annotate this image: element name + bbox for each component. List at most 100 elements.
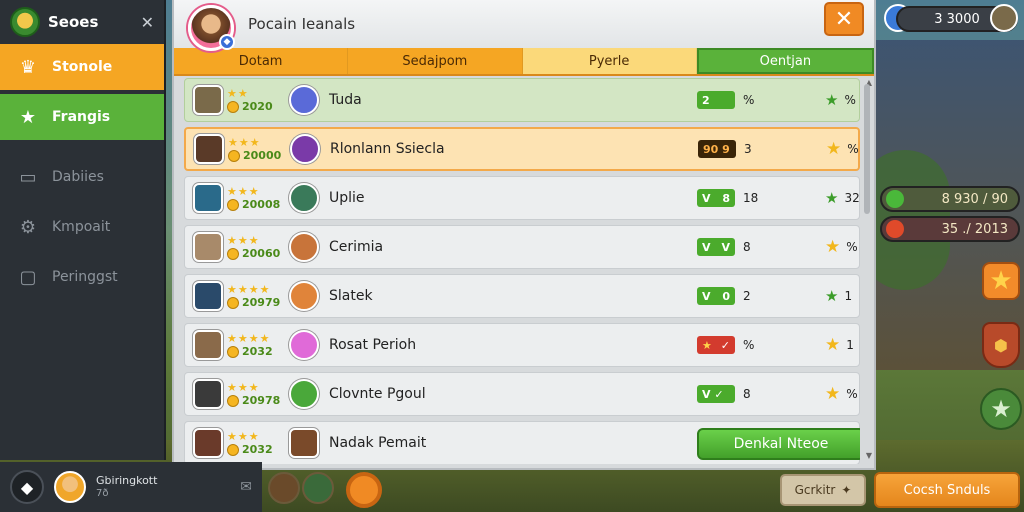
player-name: Rosat Perioh [329, 337, 417, 353]
coin-icon [227, 345, 239, 358]
hud-avatar-right[interactable] [990, 4, 1018, 32]
panel-title: Pocain Ieanals [248, 15, 356, 33]
tab-oentjan[interactable]: Oentjan [696, 48, 874, 74]
gold-star-icon: ★ [825, 335, 841, 355]
sidebar-item-stonole[interactable]: ♛ Stonole [0, 44, 164, 90]
coin-icon [227, 198, 239, 211]
score-value: 20000 [243, 148, 282, 162]
sidebar-item-label: Peringgst [52, 269, 118, 285]
player-name: Cerimia [329, 239, 384, 255]
favorite-star-button[interactable]: ★ [980, 388, 1022, 430]
green-star-icon: ★ [825, 287, 839, 305]
list-item[interactable]: ★★★★ 20979 Slatek V 0 2 ★ 1 [184, 274, 860, 318]
list-item[interactable]: ★★★ 20008 Uplie V 8 18 ★ 32 [184, 176, 860, 220]
chest-icon [289, 428, 319, 458]
shield-icon[interactable]: ⬢ [982, 322, 1020, 368]
coin-icon [227, 100, 239, 113]
stat-value: % [846, 387, 858, 401]
sidebar-item-dabiies[interactable]: ▭ Dabiies [0, 154, 164, 200]
scrollbar[interactable] [864, 84, 870, 214]
score-value: 20978 [242, 393, 281, 407]
pet-avatar [289, 183, 319, 213]
stat-value: % [844, 93, 856, 107]
stat-value: 3 [744, 142, 752, 156]
stat-value: % [743, 93, 755, 107]
stat-value: % [846, 240, 858, 254]
level-badge: V 0 [697, 287, 735, 305]
gear-icon: ⚙ [19, 216, 37, 238]
stat-value: 8 [743, 240, 751, 254]
leaderboard-panel: ◆ Pocain Ieanals ✕ Dotam Sedajpom Pyerle… [172, 0, 876, 470]
sidebar-item-peringgst[interactable]: ▢ Peringgst [0, 254, 164, 300]
sidebar-item-label: Kmpoait [52, 219, 111, 235]
sidebar-item-frangis[interactable]: ★ Frangis [0, 94, 164, 140]
player-name: Gbiringkott [96, 474, 158, 487]
resource-counter-2: 35 ./ 2013 [880, 216, 1020, 242]
level-badge: 90 9 [698, 140, 736, 158]
rating-stars-icon: ★★★★ [227, 282, 271, 296]
rating-stars-icon: ★★★ [227, 233, 260, 247]
score-value: 2032 [242, 344, 273, 358]
ring-button[interactable] [346, 472, 382, 508]
chat-icon[interactable]: ✉ [240, 479, 252, 495]
list-item[interactable]: ★★★ 20978 Clovnte Pgoul V ✓ 8 ★ % [184, 372, 860, 416]
character-avatar [193, 428, 223, 458]
star-icon: ★ [19, 106, 37, 128]
stat-value: 1 [844, 289, 853, 303]
level-badge: ★ ✓ [697, 336, 735, 354]
character-avatar [193, 330, 223, 360]
coin-icon [228, 149, 240, 162]
level-badge: V ✓ [697, 385, 735, 403]
tab-sedajpom[interactable]: Sedajpom [348, 48, 523, 74]
pet-avatar [289, 85, 319, 115]
action-button[interactable]: Denkal Nteoe [697, 428, 860, 460]
sidebar-close-icon[interactable]: ✕ [141, 13, 154, 32]
primary-button[interactable]: Cocsh Snduls [874, 472, 1020, 508]
note-icon: ▢ [19, 266, 37, 288]
list-item[interactable]: ★★★ 2032 Nadak Pemait Denkal Nteoe [184, 421, 860, 464]
list-item[interactable]: ★★★★ 2032 Rosat Perioh ★ ✓ % ★ 1 [184, 323, 860, 367]
tab-dotam[interactable]: Dotam [174, 48, 349, 74]
bottom-player-bar: ◆ Gbiringkott 7ð ✉ [0, 462, 262, 512]
sidebar: Seoes ✕ ♛ Stonole ★ Frangis ▭ Dabiies ⚙ … [0, 0, 166, 460]
green-star-icon: ★ [825, 91, 839, 109]
list-item[interactable]: ★★★ 20060 Cerimia V V 8 ★ % [184, 225, 860, 269]
player-avatar[interactable]: ◆ [188, 5, 235, 51]
tab-pyerle[interactable]: Pyerle [522, 48, 697, 74]
sidebar-title: Seoes [48, 13, 99, 31]
coin-icon [227, 296, 239, 309]
leaderboard-list[interactable]: ★★ 2020 Tuda 2 % ★ % ★★★ 20000 Rlonlann … [184, 78, 860, 464]
pet-avatar [289, 281, 319, 311]
green-star-icon: ★ [825, 189, 839, 207]
diamond-icon[interactable]: ◆ [10, 470, 44, 504]
panel-header: ◆ Pocain Ieanals ✕ [174, 0, 874, 51]
character-avatar [194, 134, 224, 164]
pet-avatar [289, 379, 319, 409]
chevron-icon: ✦ [841, 483, 852, 497]
coin-icon [227, 443, 239, 456]
stat-value: 8 [743, 387, 751, 401]
character-avatar [193, 232, 223, 262]
heart-icon [886, 220, 904, 238]
player-name: Slatek [329, 288, 373, 304]
rating-stars-icon: ★★★★ [227, 331, 271, 345]
friend-avatar[interactable] [302, 472, 334, 504]
scroll-down-icon[interactable]: ▼ [866, 451, 872, 460]
list-item[interactable]: ★★ 2020 Tuda 2 % ★ % [184, 78, 860, 122]
player-name: Tuda [329, 92, 362, 108]
star-button[interactable]: ★ [982, 262, 1020, 300]
player-avatar-small[interactable] [54, 471, 86, 503]
friend-avatar[interactable] [268, 472, 300, 504]
rating-stars-icon: ★★★ [227, 380, 260, 394]
sidebar-item-kmpoait[interactable]: ⚙ Kmpoait [0, 204, 164, 250]
sidebar-item-label: Stonole [52, 59, 113, 75]
bucket-icon: ▭ [19, 166, 37, 188]
secondary-button[interactable]: Gcrkitr ✦ [780, 474, 866, 506]
level-badge: V 8 [697, 189, 735, 207]
pet-avatar [290, 134, 320, 164]
rating-stars-icon: ★★★ [227, 184, 260, 198]
list-item[interactable]: ★★★ 20000 Rlonlann Ssiecla 90 9 3 ★ % [184, 127, 860, 171]
stat-value: 1 [846, 338, 854, 352]
gold-star-icon: ★ [825, 237, 841, 257]
close-button[interactable]: ✕ [824, 2, 864, 36]
